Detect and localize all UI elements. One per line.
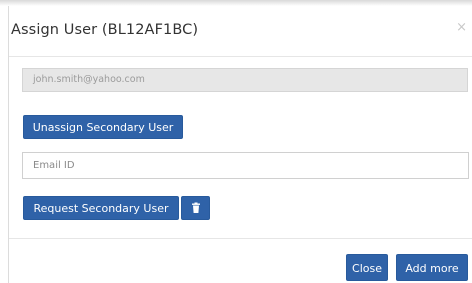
email-id-input[interactable] bbox=[22, 152, 469, 179]
delete-button[interactable] bbox=[181, 196, 210, 220]
close-button[interactable]: Close bbox=[346, 254, 388, 281]
add-more-button[interactable]: Add more bbox=[396, 254, 468, 281]
trash-icon bbox=[191, 202, 200, 213]
unassign-secondary-user-button[interactable]: Unassign Secondary User bbox=[23, 115, 183, 139]
assign-user-dialog: Assign User (BL12AF1BC) × john.smith@yah… bbox=[8, 6, 472, 283]
footer-divider bbox=[9, 238, 472, 239]
assigned-email-field: john.smith@yahoo.com bbox=[22, 68, 468, 92]
dialog-title: Assign User (BL12AF1BC) bbox=[11, 22, 199, 38]
close-icon[interactable]: × bbox=[456, 20, 467, 35]
request-secondary-user-button[interactable]: Request Secondary User bbox=[23, 196, 179, 220]
dialog-header: Assign User (BL12AF1BC) × bbox=[9, 6, 472, 57]
